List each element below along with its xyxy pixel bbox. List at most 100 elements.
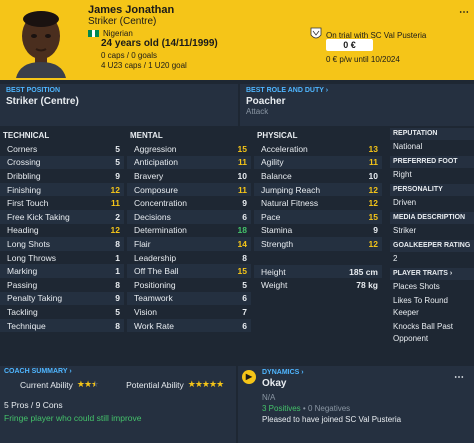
attribute-row[interactable]: Tackling 5 bbox=[0, 305, 124, 319]
attribute-row[interactable]: Technique 8 bbox=[0, 318, 124, 333]
attribute-value: 7 bbox=[242, 306, 247, 317]
nationality[interactable]: Nigerian bbox=[88, 29, 133, 38]
current-ability-label: Current Ability bbox=[20, 379, 73, 390]
attribute-value: 6 bbox=[242, 211, 247, 222]
attribute-row[interactable]: Stamina 9 bbox=[254, 224, 382, 238]
attribute-value: 15 bbox=[368, 211, 378, 222]
dynamics-counts: 3 Positives • 0 Negatives bbox=[262, 404, 351, 413]
attribute-row[interactable]: Flair 14 bbox=[127, 237, 251, 251]
player-age: 24 years old (14/11/1999) bbox=[101, 38, 218, 49]
weight-row: Weight 78 kg bbox=[261, 280, 378, 291]
attribute-row[interactable]: Leadership 8 bbox=[127, 251, 251, 265]
attribute-row[interactable]: Anticipation 11 bbox=[127, 155, 251, 170]
attribute-value: 6 bbox=[242, 320, 247, 331]
attribute-value: 12 bbox=[368, 238, 378, 249]
attribute-row[interactable]: Balance 10 bbox=[254, 169, 382, 183]
player-role: Striker (Centre) bbox=[88, 16, 157, 27]
attribute-row[interactable]: Vision 7 bbox=[127, 305, 251, 319]
attribute-row[interactable]: Positioning 5 bbox=[127, 278, 251, 292]
attribute-row[interactable]: Determination 18 bbox=[127, 224, 251, 238]
dynamics-status: Okay bbox=[262, 378, 287, 389]
nationality-label: Nigerian bbox=[103, 29, 133, 38]
attribute-row[interactable]: Heading 12 bbox=[0, 224, 124, 238]
personality-title: PERSONALITY bbox=[390, 184, 474, 196]
attribute-row[interactable]: Pace 15 bbox=[254, 209, 382, 224]
trait-item: Places Shots bbox=[393, 282, 440, 291]
attribute-row[interactable]: Agility 11 bbox=[254, 155, 382, 170]
attribute-value: 2 bbox=[115, 211, 120, 222]
best-position-panel[interactable]: BEST POSITION Striker (Centre) bbox=[0, 84, 238, 126]
attribute-row[interactable]: Free Kick Taking 2 bbox=[0, 209, 124, 224]
attribute-row[interactable]: Off The Ball 15 bbox=[127, 264, 251, 278]
attribute-label: Free Kick Taking bbox=[7, 211, 70, 222]
dynamics-panel[interactable]: ▶ DYNAMICS › Okay N/A 3 Positives • 0 Ne… bbox=[238, 366, 474, 443]
attribute-row[interactable]: Acceleration 13 bbox=[254, 142, 382, 156]
club-badge-icon[interactable] bbox=[310, 27, 322, 41]
player-name[interactable]: James Jonathan bbox=[88, 4, 174, 16]
player-value: 0 € bbox=[326, 39, 373, 51]
attribute-row[interactable]: Corners 5 bbox=[0, 142, 124, 156]
attribute-row[interactable]: Finishing 12 bbox=[0, 182, 124, 197]
attribute-value: 9 bbox=[373, 225, 378, 236]
attribute-row[interactable]: Decisions 6 bbox=[127, 209, 251, 224]
best-role-duty: Attack bbox=[246, 107, 269, 116]
attribute-value: 14 bbox=[237, 238, 247, 249]
attribute-label: Concentration bbox=[134, 198, 187, 209]
attribute-row[interactable]: Crossing 5 bbox=[0, 155, 124, 170]
attribute-row[interactable]: Marking 1 bbox=[0, 264, 124, 278]
attribute-label: Work Rate bbox=[134, 320, 174, 331]
attribute-label: Balance bbox=[261, 170, 292, 181]
attribute-label: Crossing bbox=[7, 157, 41, 168]
attribute-row[interactable]: First Touch 11 bbox=[0, 196, 124, 210]
attribute-value: 5 bbox=[115, 306, 120, 317]
attribute-row[interactable]: Natural Fitness 12 bbox=[254, 196, 382, 210]
media-description-value: Striker bbox=[393, 226, 417, 235]
attribute-label: Leadership bbox=[134, 252, 177, 263]
attribute-row[interactable]: Strength 12 bbox=[254, 237, 382, 251]
goalkeeper-rating-title: GOALKEEPER RATING bbox=[390, 240, 474, 252]
attribute-value: 11 bbox=[238, 157, 247, 168]
attribute-row[interactable]: Penalty Taking 9 bbox=[0, 291, 124, 306]
attribute-row[interactable]: Long Shots 8 bbox=[0, 237, 124, 251]
coach-summary-panel[interactable]: COACH SUMMARY › Current Ability ★★★★ Pot… bbox=[0, 366, 236, 443]
attribute-row[interactable]: Dribbling 9 bbox=[0, 169, 124, 183]
attribute-value: 1 bbox=[115, 266, 120, 277]
mental-column: MENTAL Aggression 15 Anticipation 11 Bravery… bbox=[127, 130, 251, 333]
attribute-label: Off The Ball bbox=[134, 266, 179, 277]
ability-row: Current Ability ★★★★ Potential Ability ★… bbox=[4, 379, 232, 390]
technical-title: TECHNICAL bbox=[3, 131, 50, 140]
attribute-row[interactable]: Work Rate 6 bbox=[127, 318, 251, 333]
attribute-row[interactable]: Long Throws 1 bbox=[0, 251, 124, 265]
mental-title: MENTAL bbox=[130, 131, 163, 140]
best-role-panel[interactable]: BEST ROLE AND DUTY › Poacher Attack bbox=[240, 84, 474, 126]
preferred-foot-value: Right bbox=[393, 170, 412, 179]
attribute-row[interactable]: Jumping Reach 12 bbox=[254, 182, 382, 197]
attribute-value: 18 bbox=[237, 225, 247, 236]
media-description-title: MEDIA DESCRIPTION bbox=[390, 212, 474, 224]
attribute-label: Passing bbox=[7, 279, 38, 290]
best-role-title: BEST ROLE AND DUTY › bbox=[246, 87, 329, 94]
attribute-row[interactable]: Passing 8 bbox=[0, 278, 124, 292]
attribute-row[interactable]: Teamwork 6 bbox=[127, 291, 251, 306]
attribute-label: Teamwork bbox=[134, 293, 173, 304]
attribute-value: 8 bbox=[115, 279, 120, 290]
attribute-value: 9 bbox=[242, 198, 247, 209]
attribute-label: Bravery bbox=[134, 170, 164, 181]
attribute-label: Strength bbox=[261, 238, 294, 249]
attribute-label: Vision bbox=[134, 306, 157, 317]
preferred-foot-title: PREFERRED FOOT bbox=[390, 156, 474, 168]
youth-caps: 4 U23 caps / 1 U20 goal bbox=[101, 61, 187, 70]
more-options-icon[interactable]: ⋯ bbox=[454, 372, 464, 383]
attribute-row[interactable]: Composure 11 bbox=[127, 182, 251, 197]
attribute-label: First Touch bbox=[7, 198, 49, 209]
best-position-value: Striker (Centre) bbox=[6, 96, 79, 107]
attribute-label: Positioning bbox=[134, 279, 176, 290]
player-traits-title[interactable]: PLAYER TRAITS › bbox=[390, 268, 474, 280]
more-options-icon[interactable]: ⋯ bbox=[459, 7, 469, 18]
attribute-label: Anticipation bbox=[134, 157, 178, 168]
attribute-row[interactable]: Aggression 15 bbox=[127, 142, 251, 156]
attribute-row[interactable]: Bravery 10 bbox=[127, 169, 251, 183]
personality-value: Driven bbox=[393, 198, 417, 207]
attribute-row[interactable]: Concentration 9 bbox=[127, 196, 251, 210]
attribute-value: 9 bbox=[115, 293, 120, 304]
